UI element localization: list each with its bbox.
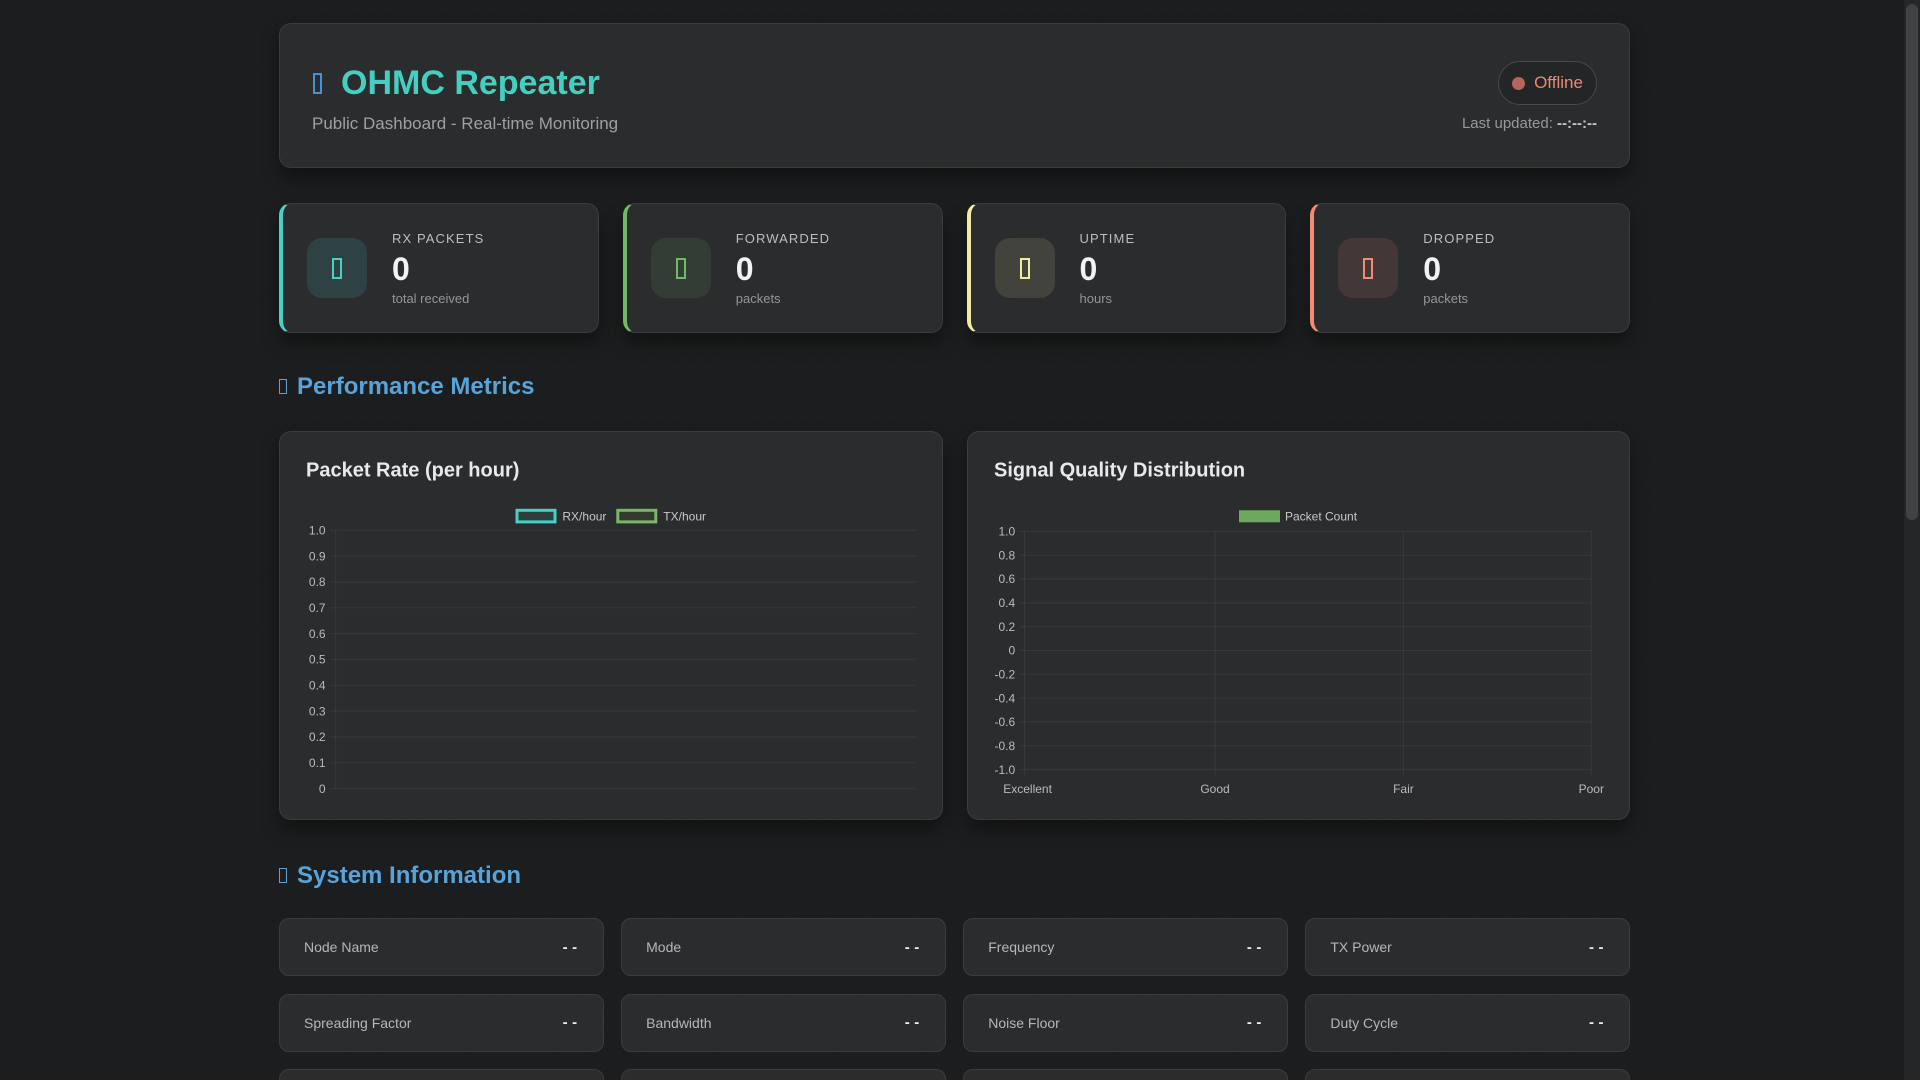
svg-text:Fair: Fair	[1393, 782, 1414, 796]
svg-text:Excellent: Excellent	[1003, 782, 1052, 796]
svg-text:-0.8: -0.8	[994, 739, 1015, 753]
svg-text:0.4: 0.4	[309, 679, 326, 693]
svg-text:0.9: 0.9	[309, 549, 326, 563]
svg-text:-0.6: -0.6	[994, 715, 1015, 729]
svg-text:1.0: 1.0	[998, 525, 1015, 539]
svg-text:Good: Good	[1200, 782, 1229, 796]
svg-text:Packet Count: Packet Count	[1285, 510, 1358, 524]
svg-text:0.6: 0.6	[998, 572, 1015, 586]
svg-text:-1.0: -1.0	[994, 763, 1015, 777]
svg-text:Poor: Poor	[1578, 782, 1603, 796]
svg-text:0.8: 0.8	[309, 575, 326, 589]
svg-text:0.7: 0.7	[309, 601, 326, 615]
svg-text:0.4: 0.4	[998, 596, 1015, 610]
svg-text:-0.2: -0.2	[994, 668, 1015, 682]
svg-text:Signal Quality Distribution: Signal Quality Distribution	[994, 460, 1245, 482]
svg-text:0.2: 0.2	[998, 620, 1015, 634]
svg-text:0: 0	[1008, 644, 1015, 658]
svg-text:TX/hour: TX/hour	[663, 510, 706, 524]
svg-text:Packet Rate (per hour): Packet Rate (per hour)	[306, 460, 519, 482]
svg-text:1.0: 1.0	[309, 524, 326, 538]
svg-text:0: 0	[319, 782, 326, 796]
svg-text:0.3: 0.3	[309, 704, 326, 718]
svg-text:RX/hour: RX/hour	[562, 510, 606, 524]
svg-text:0.8: 0.8	[998, 548, 1015, 562]
svg-text:0.1: 0.1	[309, 756, 326, 770]
svg-text:0.5: 0.5	[309, 653, 326, 667]
svg-text:-0.4: -0.4	[994, 691, 1015, 705]
svg-text:0.6: 0.6	[309, 627, 326, 641]
svg-text:0.2: 0.2	[309, 730, 326, 744]
